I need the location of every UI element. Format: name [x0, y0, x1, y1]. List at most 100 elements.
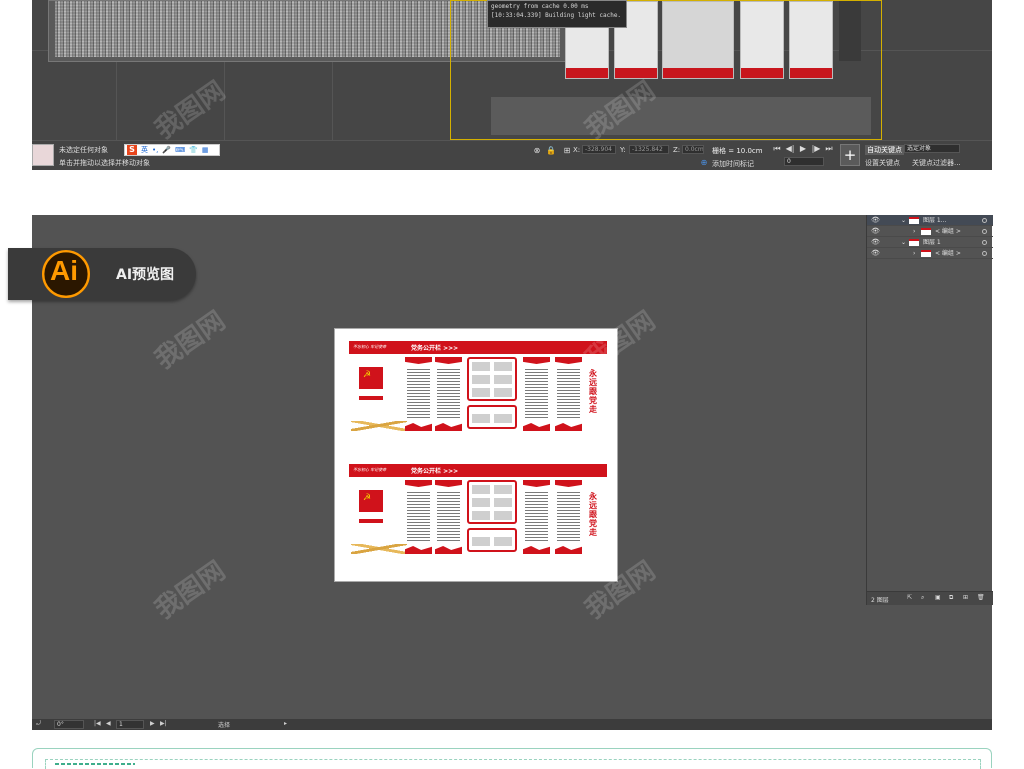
previous-frame-icon[interactable]: ◀| — [785, 144, 795, 154]
lock-selection-icon[interactable]: 🔒 — [546, 146, 556, 156]
x-coordinate-field[interactable]: -328.904 — [582, 145, 616, 154]
layer-name[interactable]: < 编组 > — [935, 226, 961, 237]
scene-vertical-title — [839, 1, 861, 61]
scene-panel — [789, 1, 833, 79]
photo-cell — [493, 536, 513, 547]
photo-cell — [471, 484, 491, 495]
keyboard-icon[interactable]: ⌨ — [175, 146, 185, 154]
layer-row[interactable]: 👁 › < 编组 > — [867, 248, 993, 259]
layer-name[interactable]: 图层 1... — [923, 215, 946, 226]
shirt-icon[interactable]: 👕 — [189, 146, 198, 154]
target-circle-icon[interactable] — [982, 229, 987, 234]
add-time-tag[interactable]: 添加时间标记 — [712, 159, 754, 169]
rotate-icon[interactable]: ⤾ — [36, 720, 41, 728]
grid-icon[interactable]: ▦ — [202, 146, 209, 154]
text-column — [523, 480, 550, 554]
wall-header: 不忘初心 牢记使命 党务公开栏 >>> — [349, 464, 607, 477]
key-filters-button[interactable]: 关键点过滤器... — [912, 158, 961, 168]
party-flag-icon: ☭ — [359, 367, 383, 389]
photo-cell — [493, 497, 513, 508]
wall-slogan: 不忘初心 牢记使命 — [353, 344, 387, 349]
set-key-button[interactable]: 设置关键点 — [865, 158, 900, 168]
viewport-grid-line — [224, 62, 225, 140]
flag-caption — [359, 519, 383, 523]
maxscript-listener[interactable] — [32, 144, 54, 166]
photo-cell — [493, 387, 513, 398]
punctuation-icon[interactable]: •, — [152, 146, 158, 154]
isolate-icon[interactable]: ⊗ — [532, 146, 542, 156]
last-artboard-icon[interactable]: ▶| — [160, 720, 167, 727]
layer-name[interactable]: < 编组 > — [935, 248, 961, 259]
text-column — [405, 480, 432, 554]
perspective-viewport[interactable]: geometry from cache 0.00 ms [10:33:04.33… — [32, 0, 992, 140]
photo-cell — [471, 510, 491, 521]
z-coordinate-field[interactable]: 0.0cm — [682, 145, 704, 154]
photo-cell — [493, 374, 513, 385]
key-mode-icon[interactable]: + — [840, 144, 860, 166]
target-circle-icon[interactable] — [982, 251, 987, 256]
visibility-eye-icon[interactable]: 👁 — [871, 248, 880, 259]
next-artboard-icon[interactable]: ▶ — [150, 720, 155, 727]
photo-cell — [493, 484, 513, 495]
text-column — [555, 480, 582, 554]
delete-layer-icon[interactable]: 🗑 — [977, 594, 985, 601]
play-icon[interactable]: ▶ — [798, 144, 808, 154]
export-icon[interactable]: ⇱ — [907, 594, 912, 601]
target-circle-icon[interactable] — [982, 240, 987, 245]
visibility-eye-icon[interactable]: 👁 — [871, 237, 880, 248]
artboard-number-field[interactable]: 1 — [116, 720, 144, 729]
go-to-end-icon[interactable]: ⏭ — [824, 144, 834, 154]
great-wall-decoration — [351, 421, 407, 431]
photo-wall — [467, 357, 517, 429]
rotation-field[interactable]: 0° — [54, 720, 84, 729]
collapse-chevron-icon[interactable]: ⌄ — [901, 237, 906, 248]
go-to-start-icon[interactable]: ⏮ — [772, 144, 782, 154]
current-tool: 选择 — [218, 722, 231, 729]
z-label: Z: — [673, 146, 681, 154]
clipping-mask-icon[interactable]: ▣ — [935, 594, 941, 601]
layer-thumbnail — [909, 217, 919, 224]
previous-artboard-icon[interactable]: ◀ — [106, 720, 111, 727]
illustrator-status-bar: ⤾ 0° |◀ ◀ 1 ▶ ▶| 选择 ▸ — [32, 719, 992, 730]
ime-toolbar[interactable]: S 英 •, 🎤 ⌨ 👕 ▦ — [124, 144, 220, 156]
new-layer-icon[interactable]: ⊞ — [963, 594, 968, 601]
layer-name[interactable]: 图层 1 — [923, 237, 941, 248]
wall-title: 党务公开栏 >>> — [411, 468, 459, 475]
photo-cell — [471, 361, 491, 372]
great-wall-decoration — [351, 544, 407, 554]
photo-cell — [471, 536, 491, 547]
y-label: Y: — [620, 146, 626, 154]
artboard[interactable]: 不忘初心 牢记使命 党务公开栏 >>> ☭ 永远跟党走 不忘初心 牢记使命 党务… — [334, 328, 618, 582]
y-coordinate-field[interactable]: -1325.842 — [629, 145, 669, 154]
current-frame-field[interactable]: 0 — [784, 157, 824, 166]
photo-cell — [471, 387, 491, 398]
visibility-eye-icon[interactable]: 👁 — [871, 215, 880, 226]
locate-object-icon[interactable]: ⌕ — [921, 594, 924, 602]
layer-row[interactable]: 👁 › < 编组 > — [867, 226, 993, 237]
target-circle-icon[interactable] — [982, 218, 987, 223]
layer-row[interactable]: 👁 ⌄ 图层 1... — [867, 215, 993, 226]
time-tag-icon[interactable]: ⊕ — [699, 158, 709, 168]
layer-row[interactable]: 👁 ⌄ 图层 1 — [867, 237, 993, 248]
next-frame-icon[interactable]: |▶ — [811, 144, 821, 154]
first-artboard-icon[interactable]: |◀ — [94, 720, 101, 727]
ime-language[interactable]: 英 — [141, 145, 148, 155]
collapse-chevron-icon[interactable]: ⌄ — [901, 215, 906, 226]
status-bar: 未选定任何对象 单击并拖动以选择并移动对象 S 英 •, 🎤 ⌨ 👕 ▦ ⊗ 🔒… — [32, 140, 992, 170]
text-column — [405, 357, 432, 431]
key-target-dropdown[interactable]: 选定对象 — [904, 144, 960, 153]
photo-cell — [493, 510, 513, 521]
status-menu-icon[interactable]: ▸ — [284, 720, 287, 727]
expand-chevron-icon[interactable]: › — [913, 248, 915, 259]
vertical-title: 永远跟党走 — [589, 369, 597, 414]
auto-key-button[interactable]: 自动关键点 — [865, 145, 904, 155]
absolute-mode-icon[interactable]: ⊞ — [562, 146, 572, 156]
log-line: geometry from cache 0.00 ms — [491, 3, 589, 10]
new-sublayer-icon[interactable]: ⧉ — [949, 594, 953, 602]
microphone-icon[interactable]: 🎤 — [162, 146, 171, 154]
visibility-eye-icon[interactable]: 👁 — [871, 226, 880, 237]
layer-thumbnail — [909, 239, 919, 246]
expand-chevron-icon[interactable]: › — [913, 226, 915, 237]
render-log: geometry from cache 0.00 ms [10:33:04.33… — [487, 0, 627, 28]
scene-panel — [740, 1, 784, 79]
